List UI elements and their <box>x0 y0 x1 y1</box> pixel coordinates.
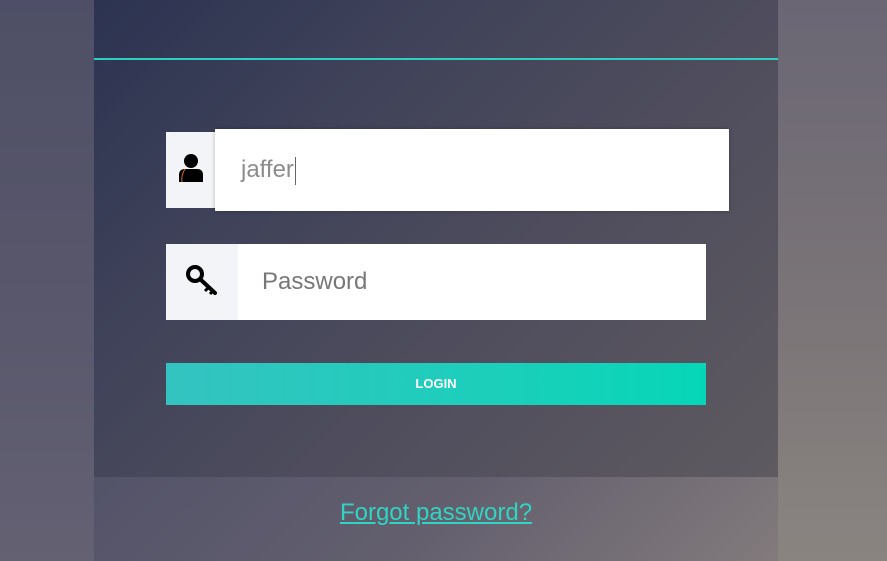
password-icon-box <box>166 244 238 320</box>
login-panel: jaffer Password LOGIN <box>94 0 778 477</box>
username-input[interactable]: jaffer <box>215 129 729 211</box>
password-input[interactable]: Password <box>238 244 706 320</box>
backdrop-right <box>778 0 887 561</box>
backdrop-left <box>0 0 94 561</box>
header-divider <box>94 58 778 60</box>
username-field: jaffer <box>166 129 729 211</box>
username-value: jaffer <box>241 156 294 183</box>
footer: Forgot password? <box>94 477 778 561</box>
panel-header <box>94 0 778 58</box>
password-field: Password <box>166 244 706 320</box>
text-caret <box>294 156 296 185</box>
user-icon <box>178 153 204 188</box>
login-button[interactable]: LOGIN <box>166 363 706 405</box>
password-placeholder: Password <box>262 268 368 295</box>
key-icon <box>185 264 219 301</box>
username-icon-box <box>166 132 215 208</box>
forgot-password-link[interactable]: Forgot password? <box>94 499 778 527</box>
